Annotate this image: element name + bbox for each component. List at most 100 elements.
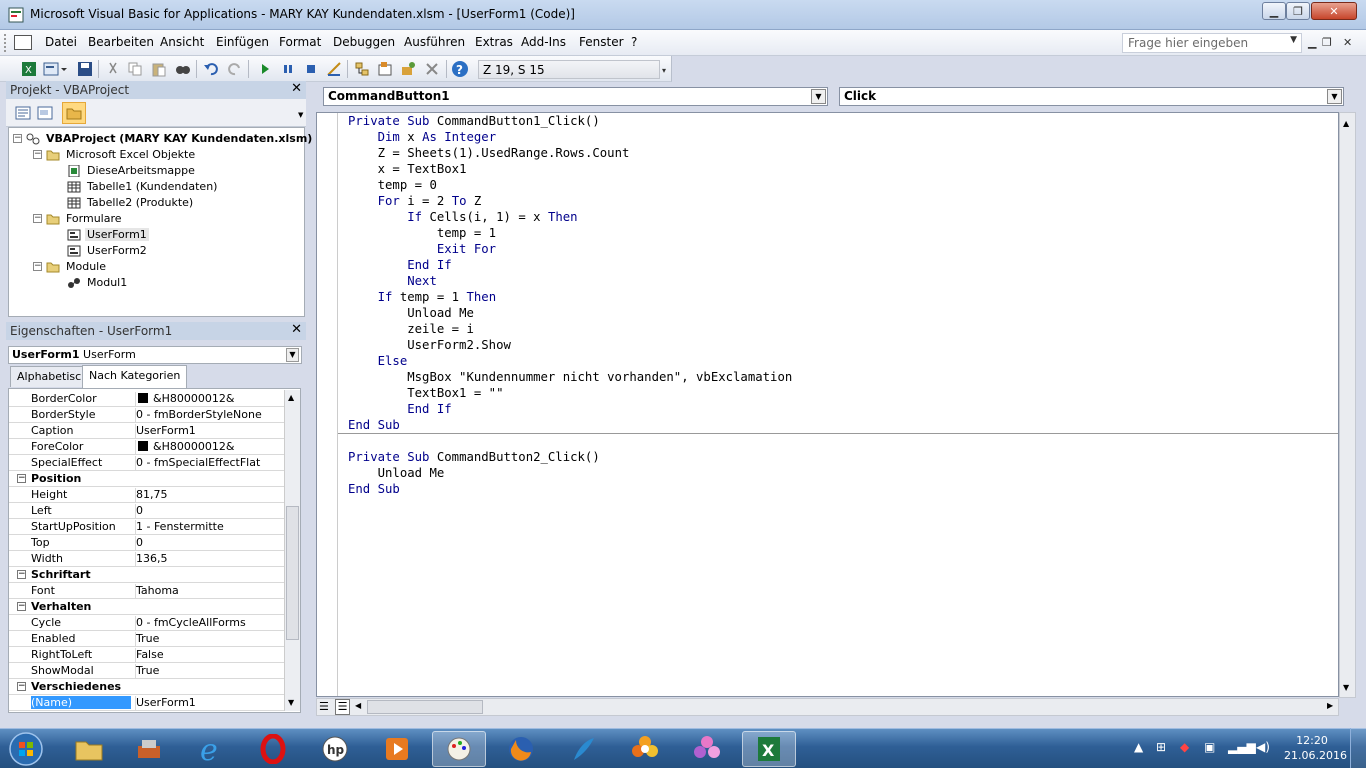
save-icon[interactable] — [76, 60, 94, 78]
code-line[interactable]: temp = 0 — [348, 177, 792, 193]
device-icon[interactable]: ▣ — [1204, 740, 1215, 754]
feather-icon[interactable] — [556, 731, 610, 767]
property-value[interactable]: True — [135, 632, 283, 647]
property-value[interactable]: &H80000012& — [135, 392, 283, 407]
property-value[interactable]: 0 - fmSpecialEffectFlat — [135, 456, 283, 471]
tree-node-userform1[interactable]: UserForm1 — [67, 228, 149, 241]
chevron-down-icon[interactable]: ▼ — [1327, 89, 1342, 104]
property-category[interactable]: − Verhalten — [9, 599, 284, 615]
flower-pink-icon[interactable] — [680, 731, 734, 767]
help-icon[interactable]: ? — [451, 60, 469, 78]
scroll-up-icon[interactable]: ▲ — [1343, 119, 1349, 128]
property-row[interactable]: Top 0 — [9, 535, 284, 551]
scroll-left-icon[interactable]: ◀ — [355, 701, 361, 710]
scroll-up-icon[interactable]: ▲ — [288, 393, 294, 402]
property-value[interactable]: 0 — [135, 536, 283, 551]
paste-icon[interactable] — [150, 60, 168, 78]
code-horizontal-scrollbar[interactable]: ☰ ☰ ◀ ▶ — [316, 698, 1339, 716]
property-category[interactable]: − Schriftart — [9, 567, 284, 583]
code-line[interactable]: MsgBox "Kundennummer nicht vorhanden", v… — [348, 369, 792, 385]
menu-format[interactable]: Format — [279, 35, 321, 49]
procedure-combo[interactable]: Click ▼ — [839, 87, 1344, 106]
hp-tool-icon[interactable] — [122, 731, 176, 767]
menu-ansicht[interactable]: Ansicht — [160, 35, 204, 49]
collapse-icon[interactable]: − — [33, 262, 42, 271]
property-value[interactable]: 1 - Fenstermitte — [135, 520, 283, 535]
toolbar-options-icon[interactable]: ▾ — [662, 66, 666, 75]
property-row[interactable]: StartUpPosition 1 - Fenstermitte — [9, 519, 284, 535]
property-row[interactable]: ForeColor &H80000012& — [9, 439, 284, 455]
code-line[interactable]: TextBox1 = "" — [348, 385, 792, 401]
tree-node-modul1[interactable]: Modul1 — [67, 276, 129, 289]
toggle-folders-icon[interactable] — [62, 102, 86, 124]
property-row[interactable]: Caption UserForm1 — [9, 423, 284, 439]
chevron-down-icon[interactable]: ▼ — [298, 111, 303, 119]
tree-node-userform2[interactable]: UserForm2 — [67, 244, 149, 257]
code-line[interactable]: Unload Me — [348, 465, 792, 481]
code-line[interactable]: Else — [348, 353, 792, 369]
tree-node-excel-objects[interactable]: − Microsoft Excel Objekte — [33, 148, 197, 161]
code-line[interactable]: Exit For — [348, 241, 792, 257]
code-line[interactable]: End If — [348, 401, 792, 417]
menu-debuggen[interactable]: Debuggen — [333, 35, 395, 49]
property-row[interactable]: BorderStyle 0 - fmBorderStyleNone — [9, 407, 284, 423]
property-value[interactable]: 81,75 — [135, 488, 283, 503]
tree-node-forms[interactable]: − Formulare — [33, 212, 124, 225]
clock[interactable]: 12:20 21.06.2016 — [1284, 733, 1347, 763]
start-orb-icon[interactable] — [0, 731, 52, 767]
tree-node-modules[interactable]: − Module — [33, 260, 108, 273]
code-line[interactable]: For i = 2 To Z — [348, 193, 792, 209]
mdi-restore-icon[interactable]: ❐ — [1322, 36, 1332, 49]
redo-icon[interactable] — [226, 60, 244, 78]
code-line[interactable]: End If — [348, 257, 792, 273]
opera-icon[interactable] — [246, 731, 300, 767]
code-line[interactable]: x = TextBox1 — [348, 161, 792, 177]
mdi-close-icon[interactable]: ✕ — [1343, 36, 1352, 49]
chevron-down-icon[interactable]: ▼ — [811, 89, 826, 104]
excel-view-icon[interactable] — [14, 35, 32, 50]
maximize-button[interactable]: ❐ — [1286, 2, 1310, 20]
menu-extras[interactable]: Extras — [475, 35, 513, 49]
code-line[interactable]: Private Sub CommandButton1_Click() — [348, 113, 792, 129]
code-line[interactable]: Private Sub CommandButton2_Click() — [348, 449, 792, 465]
view-object-icon[interactable] — [36, 104, 54, 122]
close-icon[interactable]: ✕ — [291, 81, 302, 96]
toolbox-icon[interactable] — [423, 60, 441, 78]
code-line[interactable]: End Sub — [348, 417, 792, 433]
firefox-icon[interactable] — [494, 731, 548, 767]
property-value[interactable]: 0 — [135, 504, 283, 519]
scroll-right-icon[interactable]: ▶ — [1327, 701, 1333, 710]
property-row[interactable]: Width 136,5 — [9, 551, 284, 567]
tab-nach-kategorien[interactable]: Nach Kategorien — [82, 365, 188, 388]
properties-scrollbar[interactable]: ▲ ▼ — [284, 390, 300, 711]
run-icon[interactable] — [256, 60, 274, 78]
property-row[interactable]: Height 81,75 — [9, 487, 284, 503]
mdi-minimize-icon[interactable]: ▁ — [1308, 36, 1316, 49]
help-search-input[interactable]: Frage hier eingeben ▼ — [1122, 33, 1302, 53]
tree-node-vbaproject[interactable]: − VBAProject (MARY KAY Kundendaten.xlsm) — [13, 132, 314, 145]
property-value[interactable]: UserForm1 — [135, 696, 283, 711]
undo-icon[interactable] — [202, 60, 220, 78]
property-value[interactable]: UserForm1 — [135, 424, 283, 439]
menu-ausfuehren[interactable]: Ausführen — [404, 35, 465, 49]
internet-explorer-icon[interactable]: e — [184, 731, 238, 767]
menu-datei[interactable]: Datei — [45, 35, 77, 49]
close-button[interactable]: ✕ — [1311, 2, 1357, 20]
collapse-icon[interactable]: − — [17, 474, 26, 483]
code-line[interactable]: Unload Me — [348, 305, 792, 321]
property-row[interactable]: SpecialEffect 0 - fmSpecialEffectFlat — [9, 455, 284, 471]
property-value[interactable]: 0 - fmBorderStyleNone — [135, 408, 283, 423]
reset-icon[interactable] — [302, 60, 320, 78]
menu-add-ins[interactable]: Add-Ins — [521, 35, 566, 49]
property-category[interactable]: − Position — [9, 471, 284, 487]
code-line[interactable]: End Sub — [348, 481, 792, 497]
code-line[interactable]: Dim x As Integer — [348, 129, 792, 145]
menu-bearbeiten[interactable]: Bearbeiten — [88, 35, 154, 49]
tree-node-sheet2[interactable]: Tabelle2 (Produkte) — [67, 196, 195, 209]
excel-taskbar-icon[interactable]: X — [742, 731, 796, 767]
break-icon[interactable] — [279, 60, 297, 78]
property-value[interactable]: Tahoma — [135, 584, 283, 599]
code-line[interactable]: If Cells(i, 1) = x Then — [348, 209, 792, 225]
network-signal-icon[interactable]: ▂▄▆ — [1228, 740, 1256, 754]
property-row[interactable]: Enabled True — [9, 631, 284, 647]
